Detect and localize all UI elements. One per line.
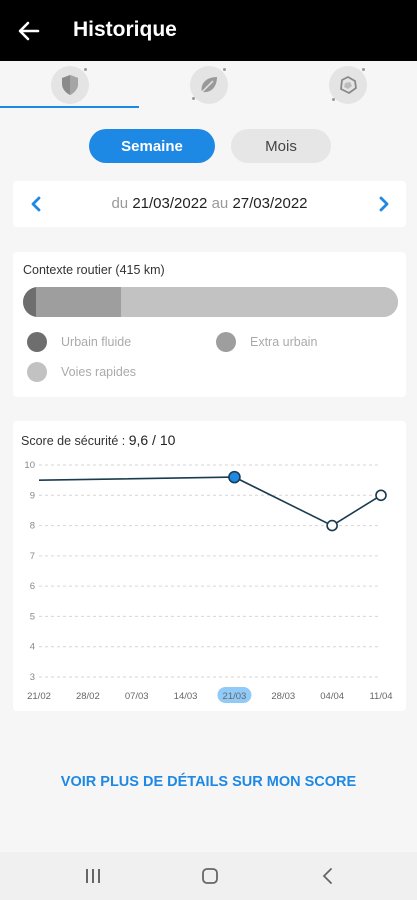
page-title: Historique <box>73 18 177 41</box>
system-back-button[interactable] <box>308 862 348 890</box>
score-details-link[interactable]: VOIR PLUS DE DÉTAILS SUR MON SCORE <box>0 774 417 790</box>
chart-point <box>326 519 338 532</box>
chart-x-tick-label: 14/03 <box>174 691 198 702</box>
category-tabs <box>0 61 417 109</box>
chart-x-tick-label: 28/03 <box>271 691 295 702</box>
road-context-title: Contexte routier (415 km) <box>23 263 165 277</box>
date-from-prefix: du <box>111 195 129 212</box>
legend-label: Voies rapides <box>61 365 137 379</box>
recents-icon <box>86 869 100 883</box>
chart-y-tick-label: 6 <box>30 581 35 592</box>
leaf-icon <box>200 77 217 93</box>
chart-x-tick-label: 28/02 <box>76 691 100 702</box>
chart-x-tick-label: 21/03 <box>223 691 247 702</box>
legend-dot <box>27 362 47 382</box>
chart-point <box>375 489 387 502</box>
road-context-segment <box>120 287 398 317</box>
legend-item-urbain-fluide: Urbain fluide <box>27 332 131 352</box>
road-context-segment <box>23 287 37 317</box>
arrow-left-icon <box>18 21 40 41</box>
tab-safety[interactable] <box>0 61 139 109</box>
home-icon <box>202 868 218 884</box>
safety-score-chart: 3 4 5 6 7 8 9 10 21/02 28/02 07/03 14/03 21/03 28/03 0… <box>24 460 393 703</box>
chart-y-tick-label: 3 <box>30 672 35 683</box>
road-context-bar <box>23 287 398 317</box>
chart-y-tick-label: 10 <box>24 460 35 471</box>
month-button[interactable]: Mois <box>231 129 331 163</box>
date-to-prefix: au <box>211 195 229 212</box>
chart-y-tick-label: 9 <box>30 490 35 501</box>
chart-y-tick-label: 7 <box>30 551 35 562</box>
tab-eco[interactable] <box>139 61 278 109</box>
chart-x-tick-label: 21/02 <box>27 691 51 702</box>
chart-selected-point <box>228 470 241 484</box>
date-to: 27/03/2022 <box>232 195 308 212</box>
road-context-card: Contexte routier (415 km) Urbain fluide … <box>13 252 406 397</box>
chart-y-tick-label: 4 <box>30 642 35 653</box>
chart-y-tick-label: 8 <box>30 521 35 532</box>
chart-series-line <box>38 476 382 527</box>
cube-icon <box>339 76 357 94</box>
road-context-segment <box>36 287 121 317</box>
legend-label: Urbain fluide <box>61 335 132 349</box>
nav-back-icon <box>322 868 332 884</box>
legend-dot <box>216 332 236 352</box>
app-header: Historique <box>0 0 417 61</box>
home-button[interactable] <box>190 862 230 890</box>
back-button[interactable] <box>14 16 44 46</box>
tab-other[interactable] <box>278 61 417 109</box>
next-week-button[interactable] <box>371 191 397 217</box>
chevron-right-icon <box>379 196 389 212</box>
safety-score-card: Score de sécurité : 9,6 / 10 3 4 5 6 7 8 9 10 21… <box>13 421 406 711</box>
chart-y-tick-label: 5 <box>30 611 35 622</box>
legend-item-voies-rapides: Voies rapides <box>27 362 136 382</box>
chart-x-tick-label: 11/04 <box>369 691 392 702</box>
legend-item-extra-urbain: Extra urbain <box>216 332 317 352</box>
chart-x-tick-label: 04/04 <box>320 691 344 702</box>
active-tab-indicator <box>0 106 139 108</box>
date-range-text: du 21/03/2022 au 27/03/2022 <box>13 195 406 212</box>
date-from: 21/03/2022 <box>132 195 208 212</box>
chart-x-tick-label: 07/03 <box>125 691 149 702</box>
system-navbar <box>0 852 417 900</box>
legend-label: Extra urbain <box>250 335 318 349</box>
shield-icon <box>61 75 78 95</box>
date-range-card: du 21/03/2022 au 27/03/2022 <box>13 181 406 227</box>
recents-button[interactable] <box>73 862 113 890</box>
week-button[interactable]: Semaine <box>89 129 215 163</box>
legend-dot <box>27 332 47 352</box>
